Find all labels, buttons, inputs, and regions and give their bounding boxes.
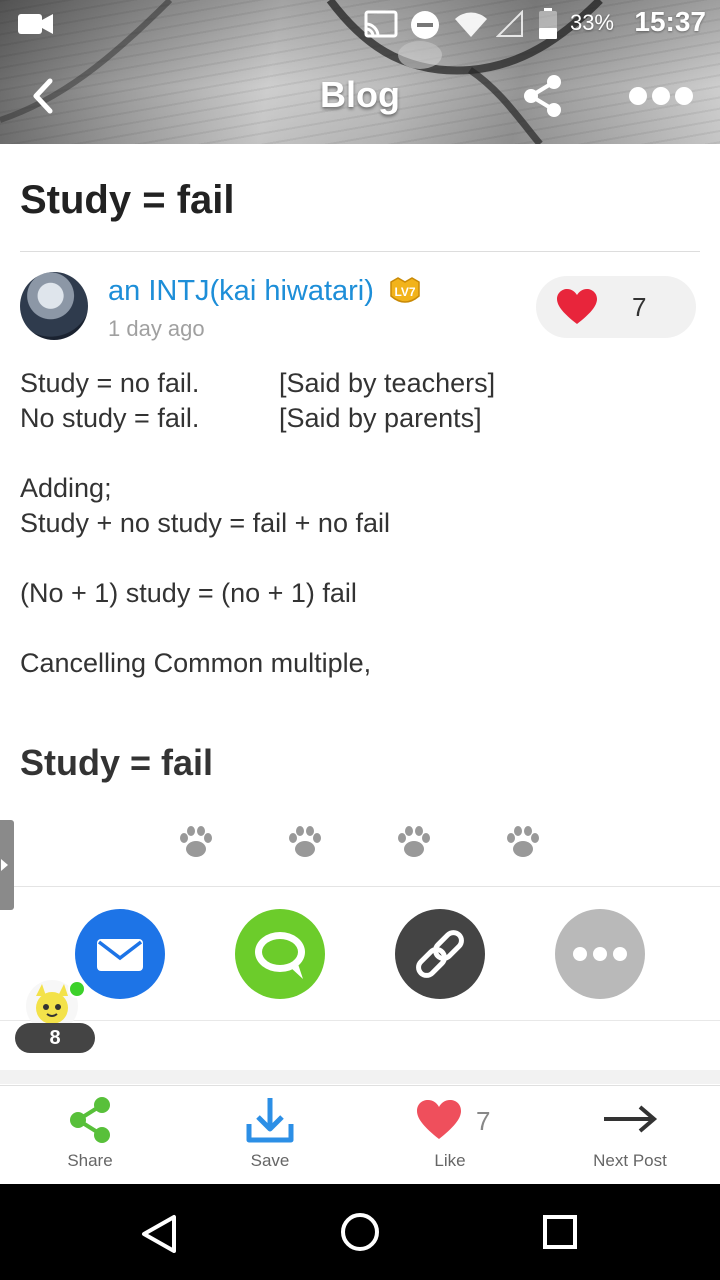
nav-home-icon[interactable] xyxy=(340,1212,380,1252)
paw-icon xyxy=(398,826,430,857)
paw-icon xyxy=(289,826,321,857)
clock: 15:37 xyxy=(634,6,706,37)
body-line: Study = no fail. xyxy=(20,368,200,398)
signal-icon xyxy=(496,10,523,37)
more-icon xyxy=(573,947,627,961)
share-mail-button[interactable] xyxy=(75,909,165,999)
like-count: 7 xyxy=(476,1106,491,1136)
wifi-icon xyxy=(455,12,487,37)
body-line: Cancelling Common multiple, xyxy=(20,648,372,678)
post-time: 1 day ago xyxy=(108,316,205,341)
link-icon xyxy=(416,930,464,978)
divider xyxy=(0,1020,720,1021)
level-badge-text: LV7 xyxy=(394,285,415,299)
post-title: Study = fail xyxy=(20,178,235,222)
body-line-annotation: [Said by teachers] xyxy=(279,368,496,398)
divider xyxy=(20,251,700,252)
more-icon[interactable] xyxy=(628,86,694,106)
body-line: (No + 1) study = (no + 1) fail xyxy=(20,578,357,608)
share-chat-button[interactable] xyxy=(235,909,325,999)
mail-icon xyxy=(97,939,143,971)
battery-icon xyxy=(539,8,557,39)
share-icon[interactable] xyxy=(522,74,564,118)
body-line: Study + no study = fail + no fail xyxy=(20,508,390,538)
divider xyxy=(14,886,720,887)
paw-icon xyxy=(180,826,212,857)
video-camera-icon xyxy=(18,14,53,34)
nav-recents-icon[interactable] xyxy=(542,1214,578,1250)
save-label: Save xyxy=(250,1151,290,1170)
post-subheading: Study = fail xyxy=(20,742,214,783)
heart-icon xyxy=(557,289,597,324)
page-title: Blog xyxy=(320,74,400,115)
system-navigation-bar xyxy=(0,1184,720,1280)
like-count: 7 xyxy=(632,292,647,322)
section-separator xyxy=(0,1070,720,1084)
next-post-label: Next Post xyxy=(593,1151,667,1170)
body-line: No study = fail. xyxy=(20,403,200,433)
level-badge-icon: LV7 xyxy=(390,277,420,303)
nav-back-icon[interactable] xyxy=(140,1214,180,1254)
like-label: Like xyxy=(434,1151,466,1170)
cast-icon xyxy=(364,10,398,38)
paw-icon xyxy=(507,826,539,857)
online-count-badge[interactable]: 8 xyxy=(15,1023,95,1053)
author-name[interactable]: an INTJ(kai hiwatari) xyxy=(108,275,374,308)
chevron-right-icon xyxy=(1,859,8,871)
battery-percentage: 33% xyxy=(569,10,614,35)
author-avatar[interactable] xyxy=(20,272,88,340)
body-line: Adding; xyxy=(20,473,112,503)
share-more-button[interactable] xyxy=(555,909,645,999)
arrow-right-icon xyxy=(604,1105,658,1133)
share-icon xyxy=(70,1097,110,1143)
heart-icon xyxy=(417,1100,461,1139)
copy-link-button[interactable] xyxy=(395,909,485,999)
do-not-disturb-icon xyxy=(411,11,439,39)
share-label: Share xyxy=(67,1151,113,1170)
online-indicator xyxy=(68,980,86,998)
chat-icon xyxy=(255,932,305,979)
body-line-annotation: [Said by parents] xyxy=(279,403,482,433)
download-icon xyxy=(246,1098,294,1143)
